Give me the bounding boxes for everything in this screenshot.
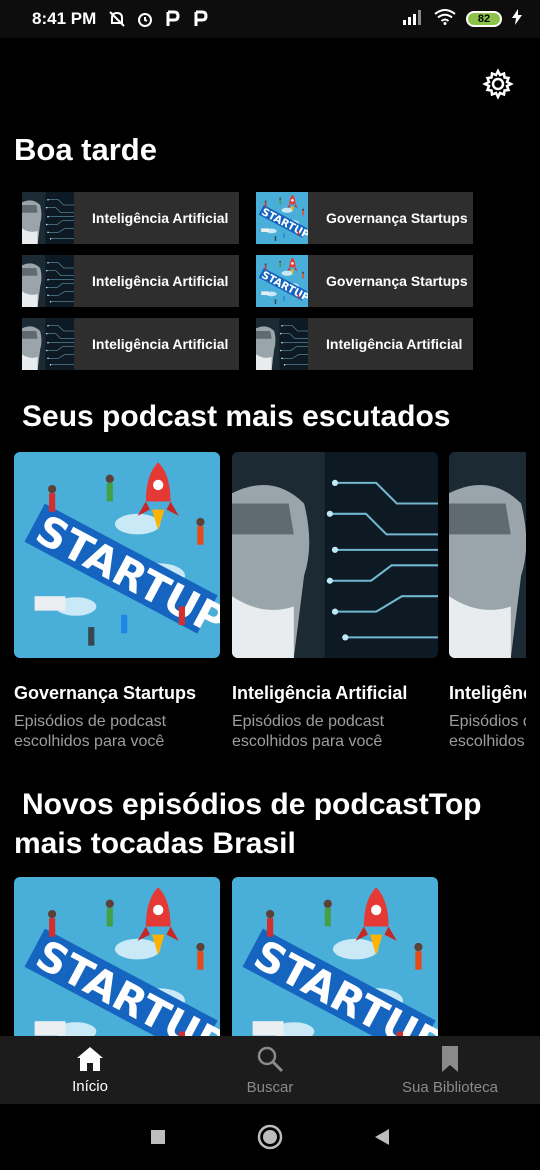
nav-library-label: Sua Biblioteca bbox=[402, 1078, 498, 1096]
wifi-icon bbox=[434, 8, 456, 30]
podcast-card-title: Inteligência Artificial bbox=[232, 683, 408, 703]
back-triangle-icon bbox=[375, 1129, 389, 1145]
mute-icon bbox=[108, 10, 126, 28]
podcast-thumbnail bbox=[22, 192, 74, 244]
podcast-thumbnail bbox=[22, 255, 74, 307]
back-button[interactable] bbox=[326, 1128, 438, 1146]
podcast-card[interactable]: Governança Startups Episódios de podcast… bbox=[14, 452, 220, 752]
signal-icon bbox=[402, 9, 424, 30]
recents-button[interactable] bbox=[102, 1129, 214, 1145]
nav-library[interactable]: Sua Biblioteca bbox=[360, 1036, 540, 1104]
quick-item-label: Inteligência Artificial bbox=[92, 273, 229, 289]
quick-item-label: Governança Startups bbox=[326, 210, 468, 226]
episode-carousel[interactable] bbox=[0, 877, 540, 1036]
episode-cover bbox=[232, 877, 438, 1036]
settings-button[interactable] bbox=[482, 68, 514, 100]
podcast-cover bbox=[14, 452, 220, 658]
status-time: 8:41 PM bbox=[32, 9, 97, 28]
podcast-cover bbox=[232, 452, 438, 658]
quick-item[interactable]: Governança Startups bbox=[256, 255, 473, 307]
quick-item-label: Inteligência Artificial bbox=[92, 336, 229, 352]
section-title-new-episodes: Novos episódios de podcastTop bbox=[22, 788, 482, 821]
search-icon bbox=[257, 1046, 284, 1072]
battery-indicator: 82 bbox=[466, 11, 502, 27]
greeting-title: Boa tarde bbox=[14, 132, 157, 167]
quick-item[interactable]: Inteligência Artificial bbox=[22, 255, 239, 307]
episode-card[interactable] bbox=[232, 877, 438, 1036]
system-navigation bbox=[0, 1104, 540, 1170]
square-icon bbox=[151, 1130, 165, 1144]
podcast-cover bbox=[449, 452, 526, 658]
podcast-card-subtitle: Episódios de podcast escolhidos para voc… bbox=[232, 713, 385, 750]
podcast-thumbnail bbox=[256, 192, 308, 244]
podcast-carousel[interactable]: Governança Startups Episódios de podcast… bbox=[0, 452, 526, 752]
podcast-card-title: Governança Startups bbox=[14, 683, 197, 703]
quick-item[interactable]: Inteligência Artificial bbox=[22, 192, 239, 244]
podcast-thumbnail bbox=[22, 318, 74, 370]
episode-card[interactable] bbox=[14, 877, 220, 1036]
podcast-card-subtitle: Episódios de podcast escolhidos para voc… bbox=[14, 713, 167, 750]
nav-search[interactable]: Buscar bbox=[180, 1036, 360, 1104]
quick-item-label: Governança Startups bbox=[326, 273, 468, 289]
alarm-icon bbox=[136, 10, 154, 28]
quick-item-label: Inteligência Artificial bbox=[92, 210, 229, 226]
home-button[interactable] bbox=[214, 1124, 326, 1150]
charging-icon bbox=[512, 8, 522, 30]
gear-icon bbox=[482, 68, 514, 100]
library-icon bbox=[442, 1045, 458, 1072]
nav-home-label: Início bbox=[72, 1077, 108, 1095]
podcast-card-title: Inteligência Artificial bbox=[449, 683, 526, 703]
podcast-card[interactable]: Inteligência Artificial Episódios de pod… bbox=[449, 452, 526, 752]
podcast-thumbnail bbox=[256, 255, 308, 307]
quick-item[interactable]: Governança Startups bbox=[256, 192, 473, 244]
podcast-thumbnail bbox=[256, 318, 308, 370]
p-app-icon bbox=[192, 10, 210, 28]
nav-search-label: Buscar bbox=[246, 1078, 294, 1096]
status-bar: 8:41 PM 82 bbox=[0, 0, 540, 38]
podcast-card[interactable]: Inteligência Artificial Episódios de pod… bbox=[232, 452, 438, 752]
episode-cover bbox=[14, 877, 220, 1036]
nav-home[interactable]: Início bbox=[0, 1036, 180, 1104]
podcast-card-subtitle: Episódios de podcast escolhidos para voc… bbox=[449, 713, 526, 750]
quick-item-label: Inteligência Artificial bbox=[326, 336, 463, 352]
quick-item[interactable]: Inteligência Artificial bbox=[22, 318, 239, 370]
section-title-new-episodes-line2: mais tocadas Brasil bbox=[14, 827, 296, 860]
quick-item[interactable]: Inteligência Artificial bbox=[256, 318, 473, 370]
circle-icon bbox=[257, 1124, 283, 1150]
p-app-icon bbox=[164, 10, 182, 28]
home-icon bbox=[77, 1046, 103, 1071]
section-title-most-listened: Seus podcast mais escutados bbox=[22, 400, 451, 433]
bottom-navigation: Início Buscar Sua Biblioteca bbox=[0, 1036, 540, 1104]
